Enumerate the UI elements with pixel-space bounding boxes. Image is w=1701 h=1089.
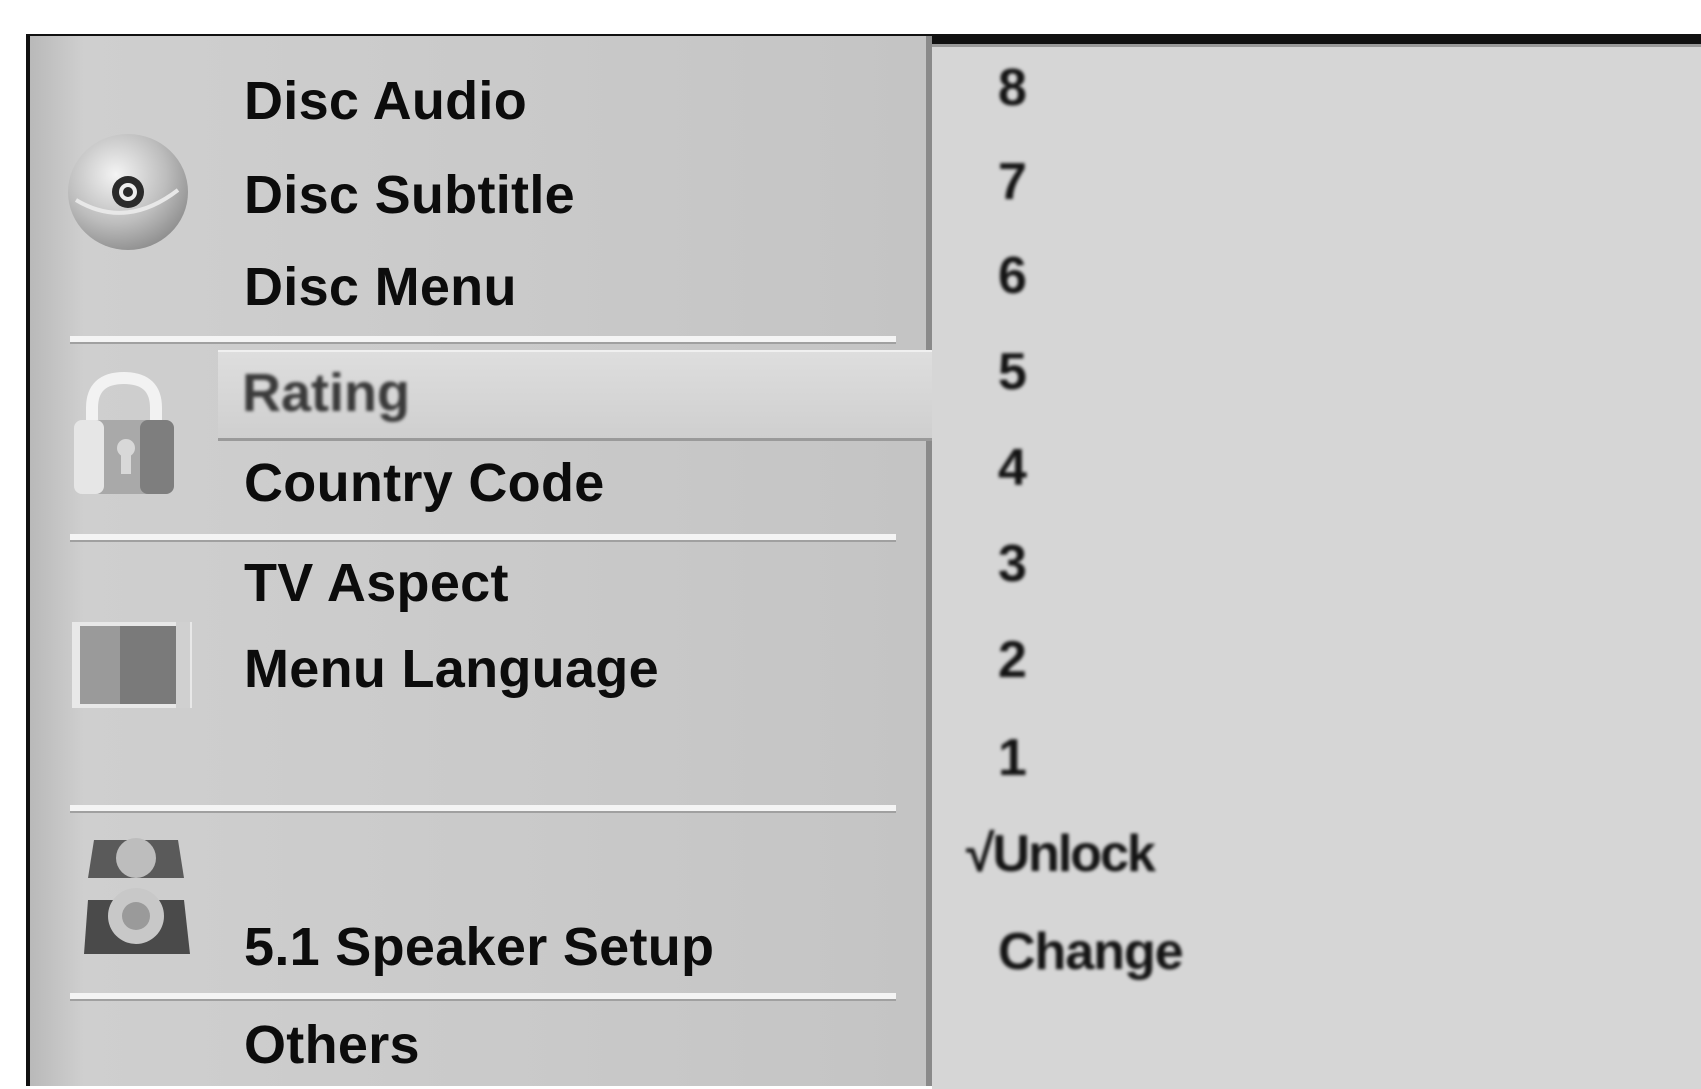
disc-icon (68, 134, 188, 250)
section-divider (70, 336, 896, 342)
menu-item-disc-menu[interactable]: Disc Menu (244, 256, 517, 318)
rating-option-6[interactable]: 6 (998, 246, 1027, 306)
menu-item-speaker-setup[interactable]: 5.1 Speaker Setup (244, 916, 714, 978)
section-divider (70, 534, 896, 540)
menu-item-rating-label: Rating (242, 363, 410, 423)
rating-option-1[interactable]: 1 (998, 728, 1027, 788)
menu-item-tv-aspect[interactable]: TV Aspect (244, 552, 509, 614)
menu-item-others[interactable]: Others (244, 1014, 420, 1076)
rating-option-8[interactable]: 8 (998, 58, 1027, 118)
padlock-icon (74, 371, 174, 494)
rating-option-7[interactable]: 7 (998, 152, 1027, 212)
rating-option-5[interactable]: 5 (998, 342, 1027, 402)
rating-option-unlock[interactable]: √Unlock (966, 824, 1156, 884)
section-divider (70, 993, 896, 999)
rating-option-2[interactable]: 2 (998, 630, 1027, 690)
section-divider (70, 805, 896, 811)
speaker-icon (84, 838, 190, 954)
menu-item-disc-subtitle[interactable]: Disc Subtitle (244, 164, 575, 226)
menu-item-country-code[interactable]: Country Code (244, 452, 605, 514)
menu-item-rating[interactable]: Rating (218, 350, 938, 438)
menu-item-disc-audio[interactable]: Disc Audio (244, 70, 527, 132)
rating-option-3[interactable]: 3 (998, 534, 1027, 594)
password-change-option[interactable]: Change (998, 922, 1184, 982)
tv-icon (72, 622, 192, 708)
rating-option-4[interactable]: 4 (998, 438, 1027, 498)
menu-item-menu-language[interactable]: Menu Language (244, 638, 659, 700)
